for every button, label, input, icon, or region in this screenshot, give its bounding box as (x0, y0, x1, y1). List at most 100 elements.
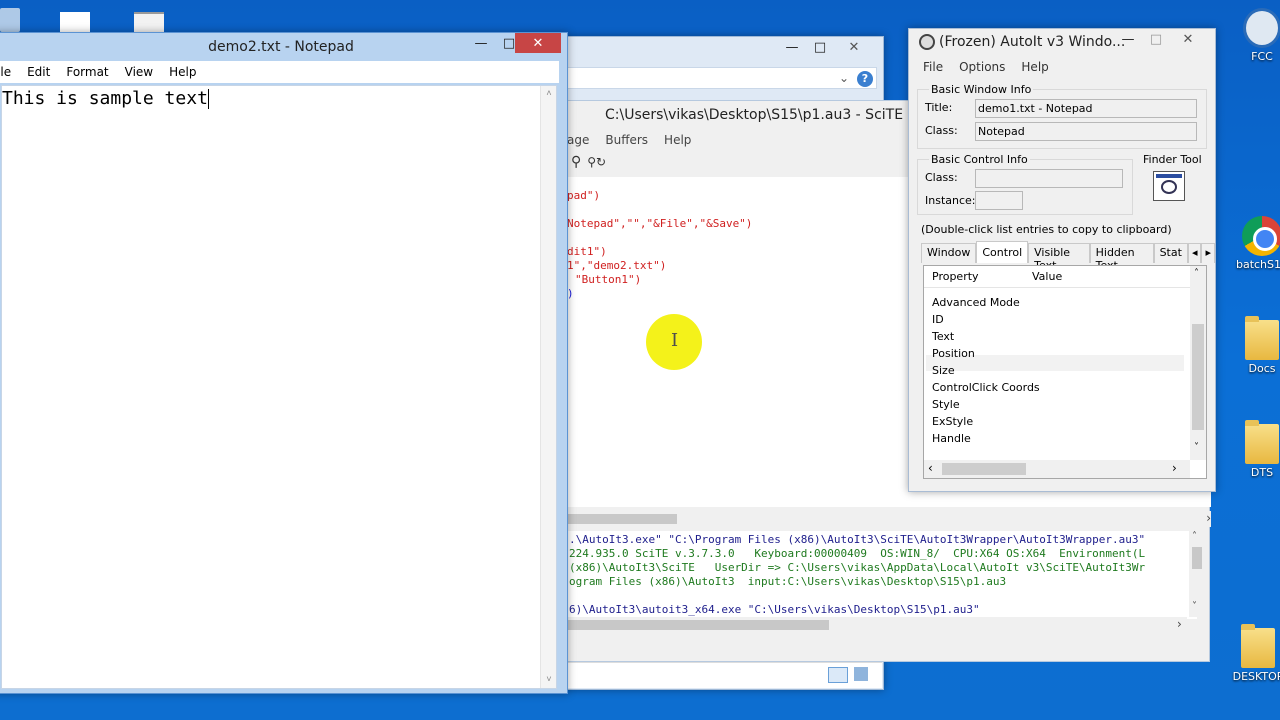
fcc-shortcut-icon (1243, 8, 1280, 48)
instance-field[interactable] (975, 191, 1023, 210)
maximize-button[interactable]: □ (1145, 29, 1167, 49)
output-line: .\AutoIt3.exe" "C:\Program Files (x86)\A… (569, 533, 1146, 546)
menu-item-format[interactable]: Format (58, 65, 116, 79)
autoit-info-window[interactable]: (Frozen) AutoIt v3 Windo... — □ ✕ File O… (908, 28, 1216, 492)
notepad-titlebar[interactable]: demo2.txt - Notepad — □ ✕ (0, 33, 567, 61)
help-icon[interactable]: ? (857, 71, 873, 87)
chevron-down-icon[interactable]: ⌄ (839, 71, 849, 85)
editor-horizontal-scrollbar[interactable]: › (567, 511, 1211, 527)
close-button[interactable]: ✕ (839, 37, 869, 57)
explorer-titlebar[interactable]: — □ ✕ (567, 37, 883, 61)
scrollbar-thumb[interactable] (567, 620, 829, 630)
menu-item-language[interactable]: age (567, 133, 597, 147)
maximize-button[interactable]: □ (809, 37, 831, 57)
text-file-icon[interactable] (134, 12, 164, 32)
chevron-up-icon[interactable]: ˄ (1194, 268, 1199, 279)
menu-item-options[interactable]: Options (951, 60, 1013, 74)
list-horizontal-scrollbar[interactable]: ‹ › (924, 460, 1190, 478)
output-vertical-scrollbar[interactable]: ˄ ˅ (1189, 531, 1205, 617)
menu-item-file[interactable]: File (915, 60, 951, 74)
list-item[interactable]: Style (932, 398, 960, 411)
scrollbar-thumb[interactable] (1192, 324, 1204, 430)
menu-item-file[interactable]: File (0, 65, 19, 79)
tab-statusbar[interactable]: Stat (1153, 243, 1188, 263)
close-button[interactable]: ✕ (1173, 29, 1203, 49)
column-value[interactable]: Value (1024, 270, 1062, 283)
menu-item-help[interactable]: Help (161, 65, 204, 79)
column-property[interactable]: Property (924, 270, 1024, 283)
control-class-field[interactable] (975, 169, 1123, 188)
list-item[interactable]: Text (932, 330, 954, 343)
menu-item-buffers[interactable]: Buffers (597, 133, 656, 147)
vertical-scrollbar[interactable]: ˄ ˅ (540, 86, 556, 688)
menu-item-help[interactable]: Help (656, 133, 699, 147)
list-vertical-scrollbar[interactable]: ˄ ˅ (1190, 266, 1206, 460)
document-icon[interactable] (60, 12, 90, 32)
window-class-field[interactable]: Notepad (975, 122, 1197, 141)
address-bar[interactable] (567, 67, 877, 89)
autoit-title: (Frozen) AutoIt v3 Windo... (939, 34, 1126, 50)
output-line: ogram Files (x86)\AutoIt3 input:C:\Users… (569, 575, 1007, 588)
tab-visible-text[interactable]: Visible Text (1028, 243, 1090, 272)
finder-tool-label: Finder Tool (1143, 153, 1202, 166)
tab-scroll-left-icon[interactable]: ◂ (1187, 243, 1202, 263)
desktop-icon-dts[interactable]: DTS (1232, 420, 1280, 479)
minimize-button[interactable]: — (781, 37, 803, 57)
scrollbar-thumb[interactable] (942, 463, 1026, 475)
list-item[interactable]: Position (932, 347, 975, 360)
recycle-bin-icon[interactable] (0, 8, 20, 32)
tab-hidden-text[interactable]: Hidden Text (1089, 243, 1154, 272)
desktop-icon-label: batchS15 (1235, 258, 1280, 271)
minimize-button[interactable]: — (1117, 29, 1139, 49)
scrollbar-thumb[interactable] (567, 514, 677, 524)
list-item[interactable]: ExStyle (932, 415, 973, 428)
window-title-field[interactable]: demo1.txt - Notepad (975, 99, 1197, 118)
menu-item-edit[interactable]: Edit (19, 65, 58, 79)
chevron-down-icon[interactable]: ˅ (541, 672, 557, 688)
output-line: 224.935.0 SciTE v.3.7.3.0 Keyboard:00000… (569, 547, 1146, 560)
chevron-right-icon[interactable]: › (1206, 511, 1211, 525)
desktop-icon-batchs15[interactable]: batchS15 (1232, 216, 1280, 271)
autoit-app-icon (919, 34, 935, 50)
desktop-icon-label: DESKTOP (1232, 670, 1280, 683)
details-view-icon[interactable] (828, 667, 848, 683)
tab-control[interactable]: Control (976, 241, 1029, 263)
find-icon[interactable]: ⚲ (571, 154, 581, 170)
chevron-down-icon[interactable]: ˅ (1194, 442, 1199, 453)
close-button[interactable]: ✕ (515, 33, 561, 53)
menu-item-help[interactable]: Help (1013, 60, 1056, 74)
output-horizontal-scrollbar[interactable]: › (567, 617, 1187, 633)
replace-icon[interactable]: ⚲↻ (587, 155, 606, 169)
scite-title: C:\Users\vikas\Desktop\S15\p1.au3 - SciT… (605, 107, 904, 123)
notepad-text-area[interactable]: This is sample text ˄ ˅ (1, 85, 557, 689)
autoit-tab-strip: Window Control Visible Text Hidden Text … (921, 241, 1215, 272)
tab-window[interactable]: Window (921, 243, 977, 263)
chevron-down-icon[interactable]: ˅ (1192, 601, 1197, 612)
finder-tool-crosshair-icon[interactable] (1153, 171, 1185, 201)
desktop-icon-fcc[interactable]: FCC (1232, 8, 1280, 63)
list-item[interactable]: Advanced Mode (932, 296, 1020, 309)
scrollbar-thumb[interactable] (1192, 547, 1202, 569)
chevron-up-icon[interactable]: ˄ (541, 86, 557, 102)
text-caret (207, 89, 209, 109)
notepad-window[interactable]: demo2.txt - Notepad — □ ✕ File Edit Form… (0, 32, 568, 694)
tab-scroll-right-icon[interactable]: ▸ (1201, 243, 1215, 263)
chevron-left-icon[interactable]: ‹ (928, 461, 933, 475)
desktop-icon-desktop[interactable]: DESKTOP (1228, 624, 1280, 683)
large-icons-view-icon[interactable] (854, 667, 868, 681)
chevron-up-icon[interactable]: ˄ (1192, 531, 1197, 542)
list-item[interactable]: Size (932, 364, 955, 377)
menu-item-view[interactable]: View (117, 65, 161, 79)
list-item[interactable]: Handle (932, 432, 971, 445)
minimize-button[interactable]: — (469, 33, 493, 53)
chevron-right-icon[interactable]: › (1177, 617, 1182, 631)
title-label: Title: (925, 101, 953, 114)
chevron-right-icon[interactable]: › (1172, 461, 1177, 475)
list-item[interactable]: ID (932, 313, 944, 326)
scite-output-pane[interactable]: .\AutoIt3.exe" "C:\Program Files (x86)\A… (567, 531, 1197, 619)
autoit-titlebar[interactable]: (Frozen) AutoIt v3 Windo... — □ ✕ (909, 29, 1215, 55)
list-item[interactable]: ControlClick Coords (932, 381, 1040, 394)
property-list[interactable]: Property Value Advanced Mode ID Text Pos… (923, 265, 1207, 479)
clipboard-hint: (Double-click list entries to copy to cl… (921, 223, 1172, 236)
desktop-icon-docs[interactable]: Docs (1232, 316, 1280, 375)
